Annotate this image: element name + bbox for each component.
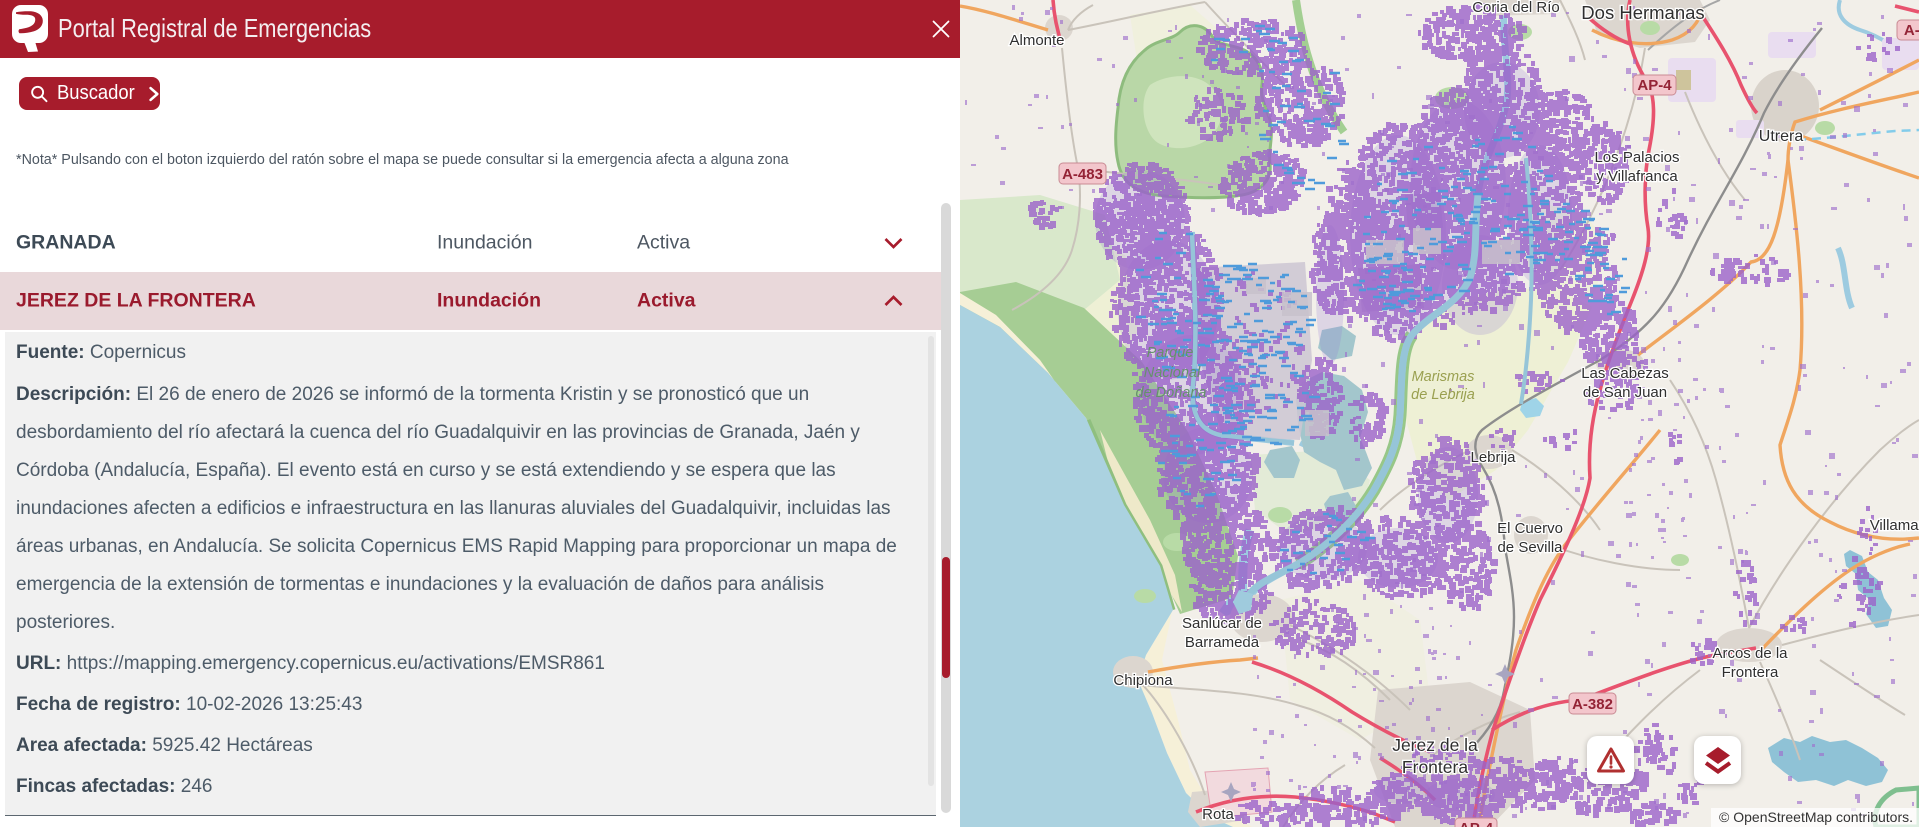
svg-text:de Doñana: de Doñana — [1136, 385, 1207, 401]
svg-text:Utrera: Utrera — [1759, 128, 1804, 145]
svg-text:A-9: A-9 — [1904, 22, 1919, 39]
svg-text:de Lebrija: de Lebrija — [1411, 387, 1475, 403]
svg-text:A-483: A-483 — [1062, 166, 1103, 183]
svg-text:Parque: Parque — [1147, 345, 1194, 361]
svg-text:de Sevilla: de Sevilla — [1497, 539, 1563, 556]
svg-text:AP-4: AP-4 — [1637, 77, 1672, 94]
svg-text:Almonte: Almonte — [1009, 32, 1064, 49]
svg-text:Frontera: Frontera — [1402, 757, 1468, 777]
svg-text:Lebrija: Lebrija — [1470, 449, 1516, 466]
svg-text:AP-4: AP-4 — [1459, 820, 1494, 827]
svg-text:Los Palacios: Los Palacios — [1594, 149, 1679, 166]
svg-text:Frontera: Frontera — [1722, 664, 1779, 681]
svg-text:Rota: Rota — [1202, 806, 1234, 823]
svg-text:Las Cabezas: Las Cabezas — [1581, 365, 1669, 382]
svg-text:y Villafranca: y Villafranca — [1596, 168, 1678, 185]
svg-text:Dos Hermanas: Dos Hermanas — [1581, 2, 1704, 23]
svg-text:El Cuervo: El Cuervo — [1497, 520, 1563, 537]
svg-text:Barrameda: Barrameda — [1185, 634, 1260, 651]
svg-text:Chipiona: Chipiona — [1113, 672, 1173, 689]
svg-text:Coria del Río: Coria del Río — [1472, 0, 1560, 16]
svg-text:Arcos de la: Arcos de la — [1712, 645, 1788, 662]
svg-text:Jerez de la: Jerez de la — [1392, 735, 1478, 755]
svg-text:Nacional: Nacional — [1144, 365, 1201, 381]
svg-text:A-382: A-382 — [1572, 696, 1613, 713]
svg-text:Sanlúcar de: Sanlúcar de — [1182, 615, 1262, 632]
svg-text:Marismas: Marismas — [1412, 369, 1475, 385]
svg-text:de San Juan: de San Juan — [1583, 384, 1667, 401]
svg-text:Villamartín: Villamartín — [1870, 517, 1919, 534]
